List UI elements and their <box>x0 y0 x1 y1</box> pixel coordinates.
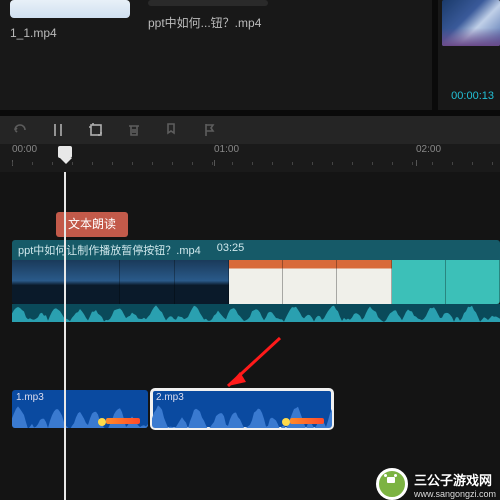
audio-clip-selected[interactable]: 2.mp3 <box>152 390 332 428</box>
timeline-toolbar <box>0 110 500 144</box>
video-clip-duration: 03:25 <box>217 242 245 260</box>
preview-thumbnail[interactable] <box>442 0 500 46</box>
timeline[interactable]: 文本朗读 ppt中如何让制作播放暂停按钮？.mp4 03:25 1.mp3 <box>0 172 500 500</box>
delete-icon[interactable] <box>126 122 142 138</box>
ruler-tick: 02:00 <box>416 144 441 155</box>
time-ruler[interactable]: 00:00 01:00 02:00 <box>0 144 500 172</box>
video-clip-header: ppt中如何让制作播放暂停按钮？.mp4 03:25 <box>12 240 500 260</box>
audio-clip-label: 2.mp3 <box>156 392 184 403</box>
keyframe-dot[interactable] <box>98 418 106 426</box>
media-thumbnail <box>10 0 130 18</box>
flag-icon[interactable] <box>202 122 218 138</box>
fade-bar[interactable] <box>106 418 140 424</box>
media-label: ppt中如何...钮？.mp4 <box>148 14 268 31</box>
playhead[interactable] <box>64 172 66 500</box>
ruler-tick: 00:00 <box>12 144 37 155</box>
split-icon[interactable] <box>50 122 66 138</box>
audio-clip[interactable]: 1.mp3 <box>12 390 148 428</box>
audio-clip-label: 1.mp3 <box>16 392 44 403</box>
crop-icon[interactable] <box>88 122 104 138</box>
preview-timecode: 00:00:13 <box>451 90 494 102</box>
video-clip-title: ppt中如何让制作播放暂停按钮？.mp4 <box>18 242 201 260</box>
preview-panel: 00:00:13 <box>432 0 500 110</box>
video-clip[interactable]: ppt中如何让制作播放暂停按钮？.mp4 03:25 <box>12 240 500 304</box>
tag-clip[interactable]: 文本朗读 <box>56 212 128 237</box>
ruler-tick: 01:00 <box>214 144 239 155</box>
watermark-logo-icon <box>376 468 408 500</box>
media-item[interactable]: ppt中如何...钮？.mp4 <box>148 0 268 31</box>
video-thumbnails <box>12 260 500 304</box>
undo-icon[interactable] <box>12 122 28 138</box>
tag-label: 文本朗读 <box>68 217 116 231</box>
watermark: 三公子游戏网 www.sangongzi.com <box>376 468 496 500</box>
media-label: 1_1.mp4 <box>10 26 130 40</box>
watermark-url: www.sangongzi.com <box>414 489 496 499</box>
marker-icon[interactable] <box>164 122 180 138</box>
media-item[interactable]: 1_1.mp4 <box>10 0 130 40</box>
video-audio-waveform <box>12 304 500 322</box>
keyframe-dot[interactable] <box>282 418 290 426</box>
media-bin: 1_1.mp4 ppt中如何...钮？.mp4 00:00:13 <box>0 0 500 110</box>
fade-bar[interactable] <box>290 418 324 424</box>
media-thumbnail-bar <box>148 0 268 6</box>
watermark-name: 三公子游戏网 <box>414 470 496 489</box>
